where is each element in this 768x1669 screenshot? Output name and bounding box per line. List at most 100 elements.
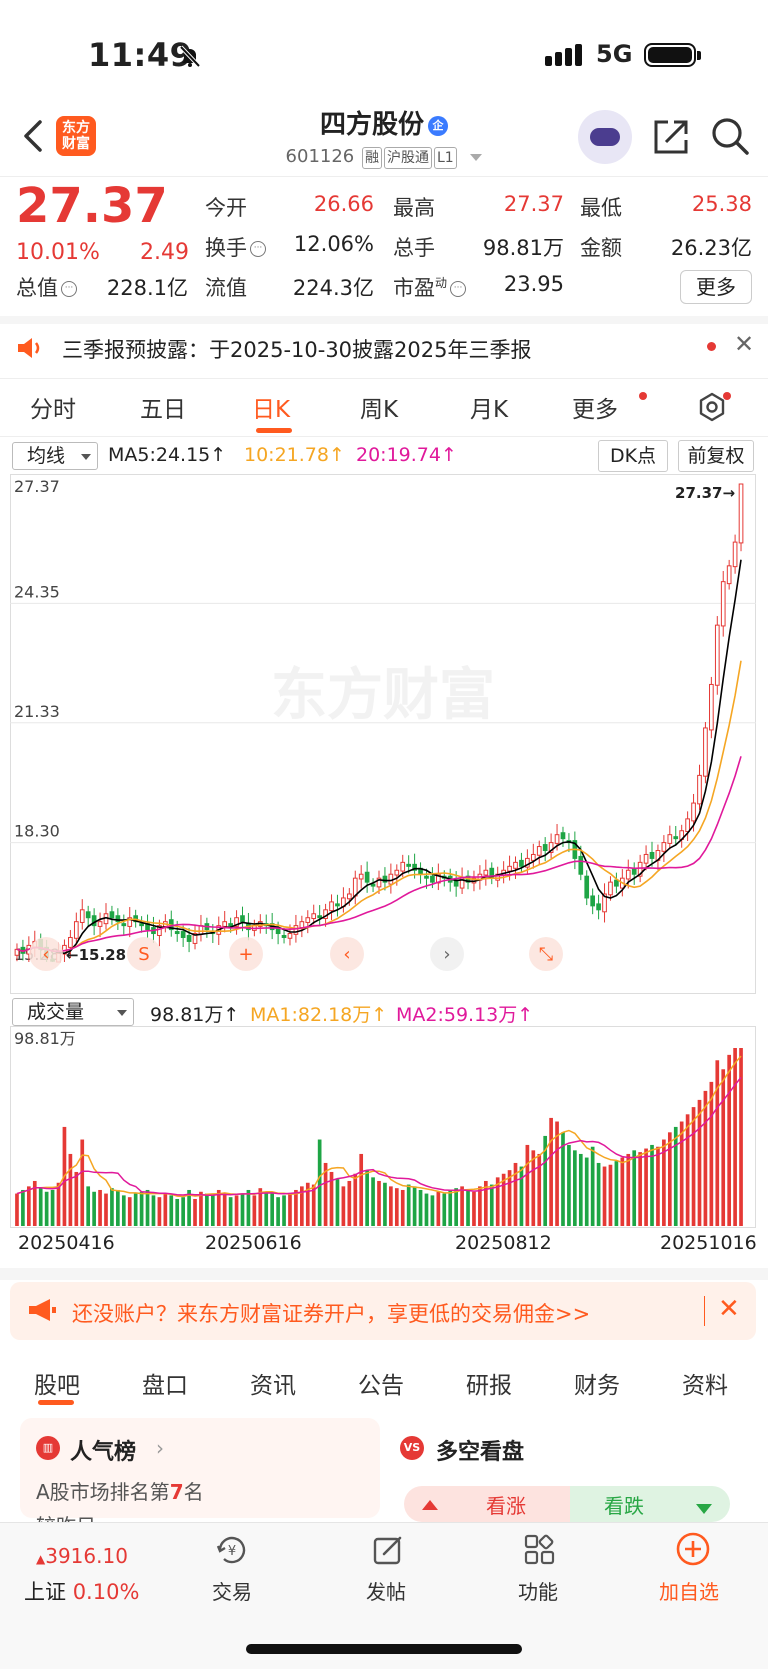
candle-body [281,935,287,938]
zoom-out-button[interactable]: ‹ [29,937,63,971]
tab-profile[interactable]: 资料 [682,1366,728,1400]
volume-bar [359,1153,364,1226]
candle-body [424,875,429,879]
enterprise-badge: 企 [428,115,448,136]
candle-body [287,933,293,939]
promo-text[interactable]: 还没账户？来东方财富证券开户，享更低的交易佣金>> [72,1298,590,1328]
candle-body [530,853,536,861]
volume-bar [472,1191,476,1226]
status-time: 11:49 [88,36,193,74]
scroll-left-button[interactable]: ‹ [330,937,364,971]
volume-bar [721,1069,726,1226]
tab-news[interactable]: 资讯 [250,1366,296,1400]
volume-bar [264,1191,269,1226]
trade-icon[interactable]: ¥ [214,1532,250,1568]
label-amount: 金额 [580,236,622,260]
candle-body [388,873,394,885]
label-pe[interactable]: 市盈动 ··· [393,272,467,302]
close-icon[interactable]: ✕ [734,330,754,358]
candle-body [406,863,412,867]
close-icon[interactable]: ✕ [718,1294,740,1324]
nav-function[interactable]: 功能 [518,1576,558,1605]
volume-bar [246,1189,251,1226]
change-percent: 10.01% [16,240,100,265]
ma5-line [16,559,742,955]
search-icon[interactable] [710,116,750,156]
candle-body [714,624,720,686]
volume-bar [15,1193,19,1226]
volume-chart[interactable]: 98.81万 [10,1026,756,1228]
speaker-icon [18,338,40,358]
y-tick-label: 21.33 [14,702,60,721]
tab-forum[interactable]: 股吧 [34,1366,80,1400]
volume-bar [590,1146,595,1226]
scroll-right-button[interactable]: › [430,937,464,971]
value-mktcap: 228.1亿 [106,276,188,300]
candle-body [673,836,679,840]
tab-more[interactable]: 更多 [572,390,618,424]
tab-financials[interactable]: 财务 [574,1366,620,1400]
value-high: 27.37 [503,192,564,216]
ranking-icon: ▥ [36,1436,60,1460]
volume-bar [519,1166,524,1226]
volume-indicator-select[interactable]: 成交量 [12,998,134,1026]
grid-icon[interactable] [522,1532,558,1568]
dk-point-button[interactable]: DK点 [598,440,668,472]
ma5-value: MA5:24.15↑ [108,444,227,466]
active-tab-indicator [38,1400,74,1405]
fullscreen-button[interactable]: ⤡ [529,937,563,971]
tab-intraday[interactable]: 分时 [30,390,76,424]
candle-body [394,869,400,876]
nav-add-watchlist[interactable]: 加自选 [659,1576,719,1605]
volume-bar [288,1193,292,1226]
tab-research[interactable]: 研报 [466,1366,512,1400]
label-high: 最高 [393,196,435,220]
volume-bar [632,1150,637,1226]
index-quote[interactable]: 上证 0.10% [24,1576,139,1606]
candlestick-chart[interactable]: 27.3724.3521.3318.3015.28东方财富27.37→←15.2… [10,474,756,994]
indicator-select[interactable]: 均线 [12,442,98,470]
bear-label: 看跌 [604,1494,644,1518]
divider [704,1296,705,1326]
share-icon[interactable] [652,118,690,156]
bell-muted-icon [179,45,201,68]
candle-body [590,895,595,907]
index-value-text: 3916.10 [45,1544,128,1568]
candle-body [507,865,512,872]
ma20-value: 20:19.74↑ [356,444,457,466]
candle-body [73,921,79,939]
volume-bar [110,1188,114,1226]
nav-post[interactable]: 发帖 [366,1576,406,1605]
divider [0,378,768,379]
label-mktcap[interactable]: 总值 ··· [16,272,77,302]
divider [0,1268,768,1280]
signal-button[interactable]: S [127,937,161,971]
label-turnover[interactable]: 换手 ··· [205,232,266,262]
tab-daily-k[interactable]: 日K [252,390,290,424]
tab-weekly-k[interactable]: 周K [360,390,398,424]
tab-announcements[interactable]: 公告 [358,1366,404,1400]
index-value[interactable]: ▲3916.10 [36,1544,128,1568]
candle-body [720,581,726,627]
volume-bar [139,1191,144,1226]
nav-trade[interactable]: 交易 [212,1576,252,1605]
label-mktcap-text: 总值 [16,276,58,300]
post-icon[interactable] [370,1532,406,1568]
tab-orderbook[interactable]: 盘口 [142,1366,188,1400]
tab-five-day[interactable]: 五日 [140,390,186,424]
tab-monthly-k[interactable]: 月K [470,390,508,424]
volume-bar [727,1054,732,1226]
volume-bar [175,1198,180,1226]
add-watchlist-icon[interactable] [674,1530,712,1568]
volume-bar [442,1193,447,1226]
notice-text[interactable]: 三季报预披露：于2025-10-30披露2025年三季报 [62,334,531,364]
forward-adjust-button[interactable]: 前复权 [678,440,754,472]
candle-body [109,911,115,919]
volume-bar [478,1186,482,1226]
more-button[interactable]: 更多 [680,270,752,304]
add-drawing-button[interactable]: + [229,937,263,971]
bull-bear-title: 多空看盘 [436,1440,525,1465]
volume-bar [578,1153,583,1226]
indicator-select-label: 均线 [27,445,66,467]
candle-body [358,873,364,880]
